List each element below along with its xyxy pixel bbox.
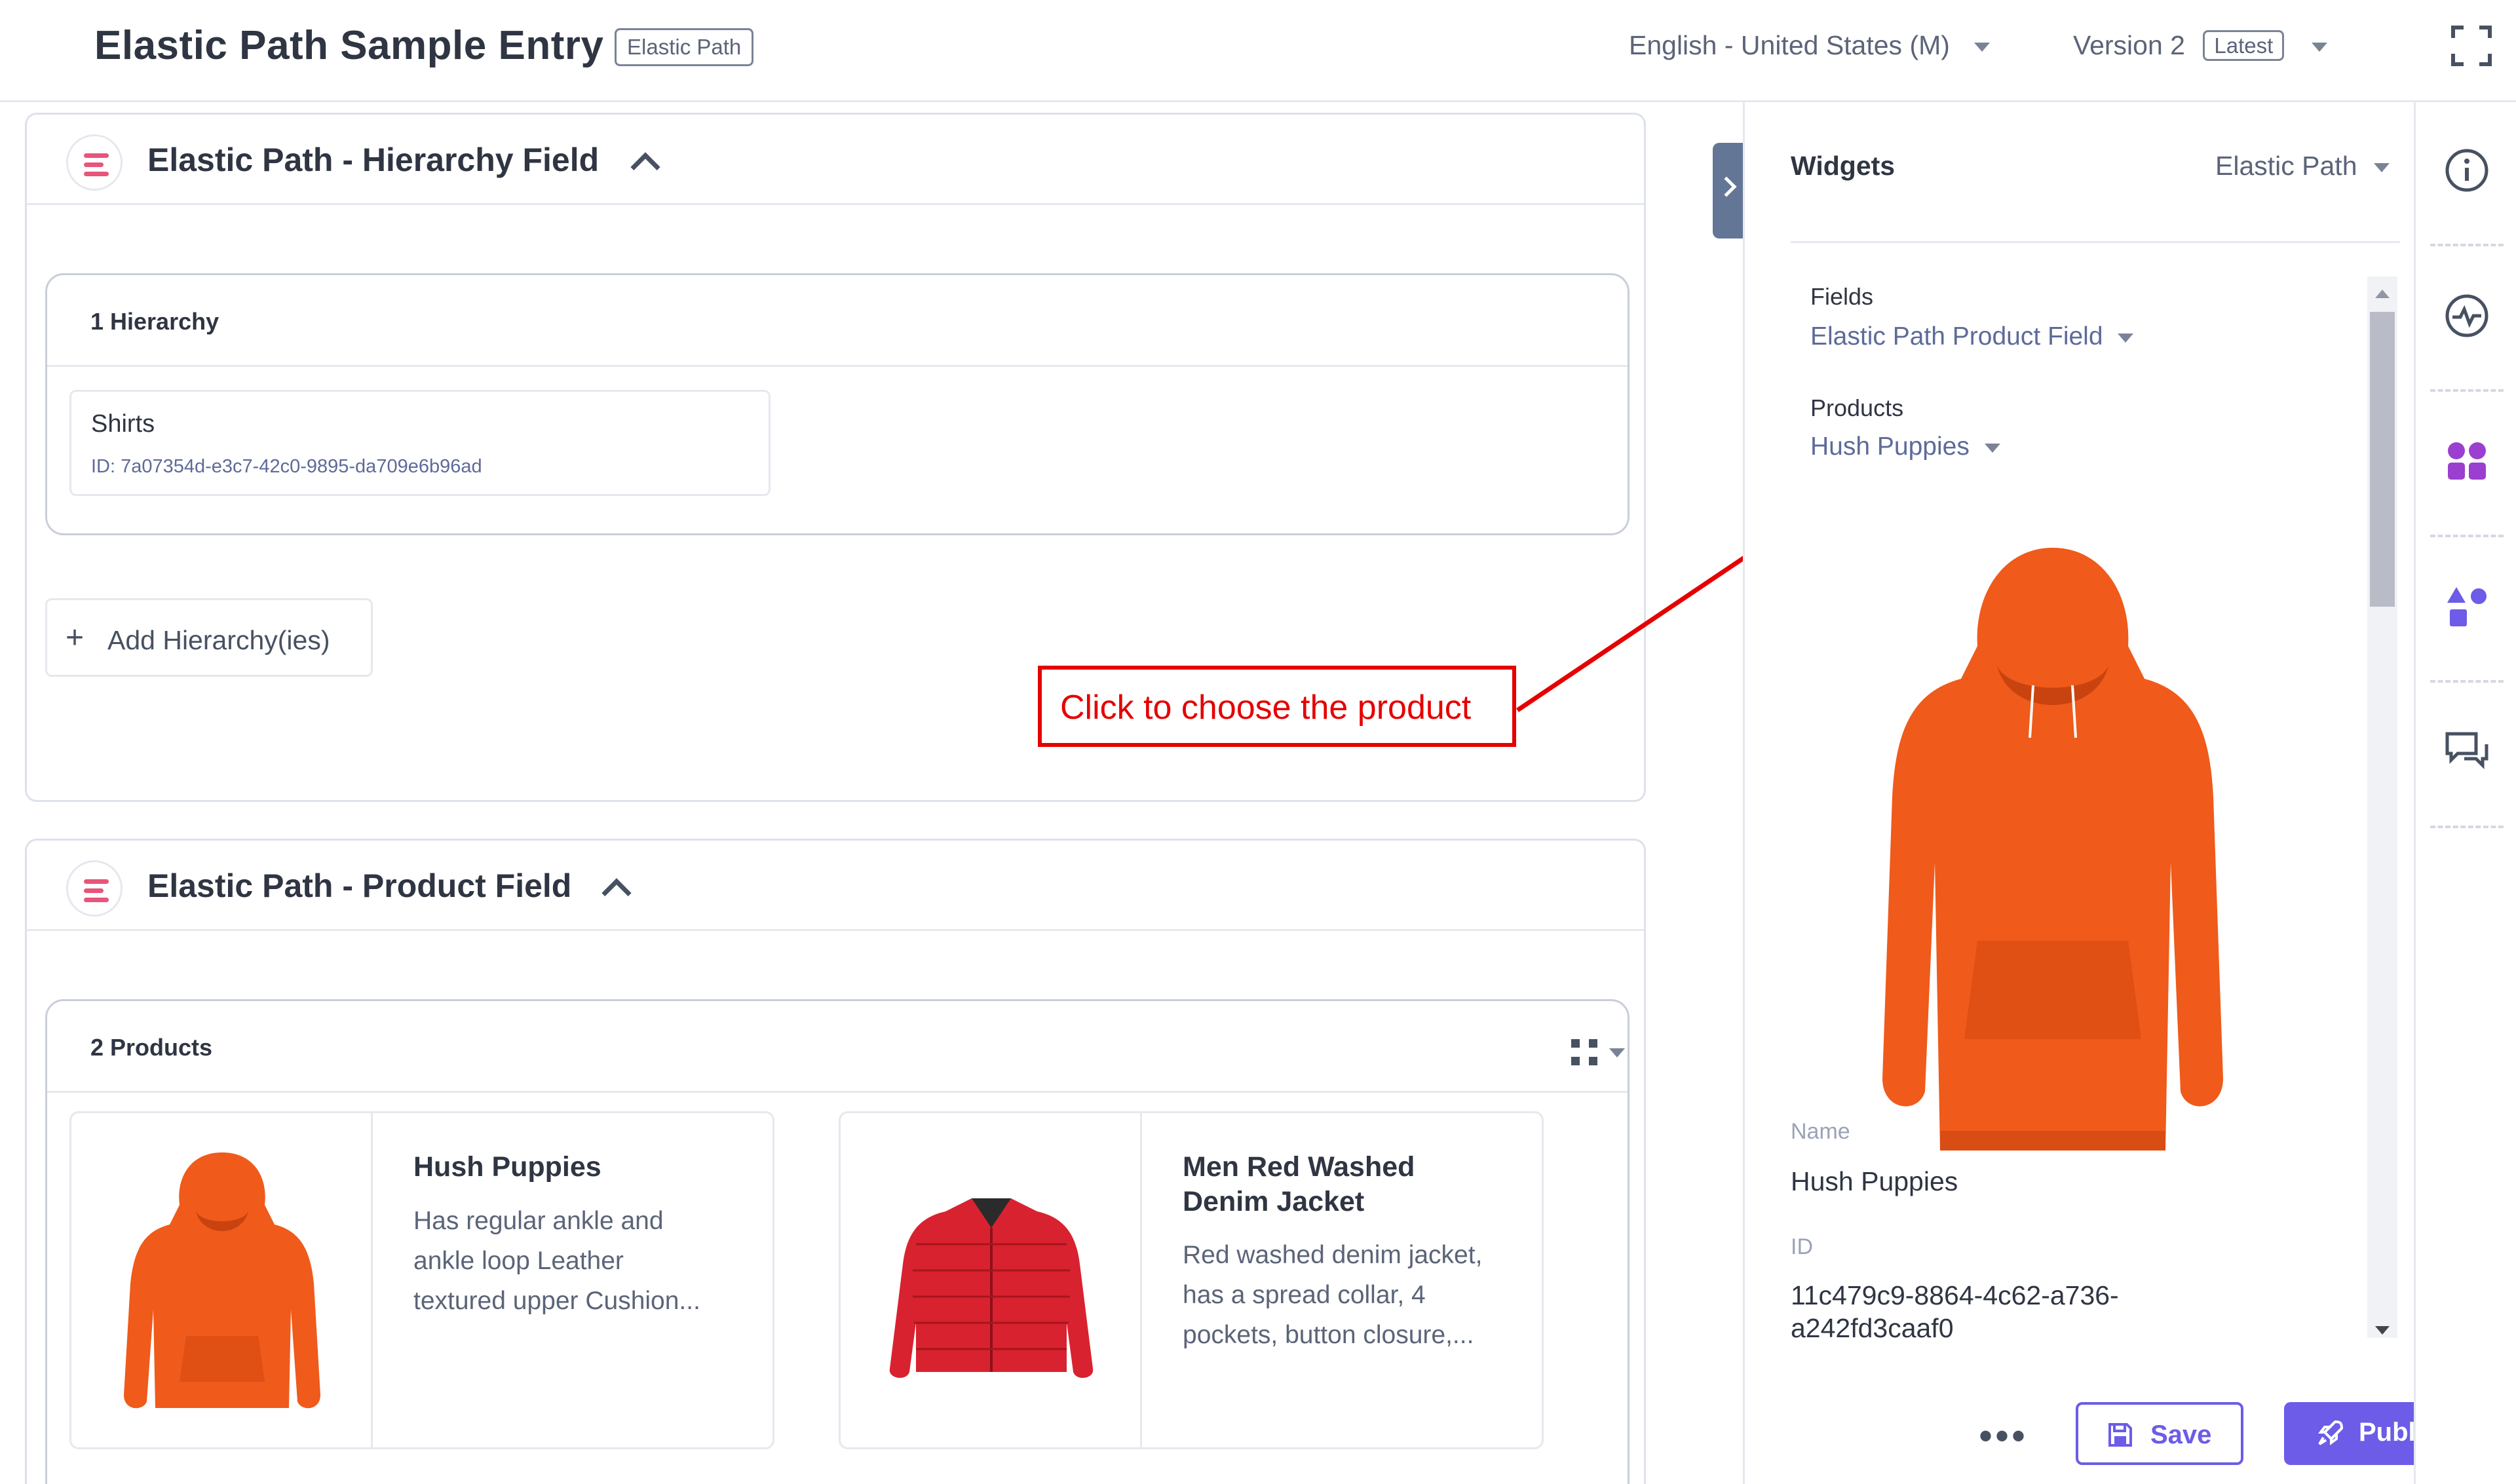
product-description-line: has a spread collar, 4	[1183, 1281, 1426, 1309]
grid-view-icon[interactable]	[1571, 1039, 1599, 1067]
fields-value: Elastic Path Product Field	[1810, 322, 2103, 351]
rail-item-info[interactable]	[2430, 107, 2504, 246]
hierarchy-list: 1 Hierarchy Shirts ID: 7a07354d-e3c7-42c…	[45, 273, 1630, 535]
extensions-icon	[2448, 442, 2486, 480]
divider	[1791, 241, 2400, 243]
top-header: Elastic Path Sample Entry Elastic Path E…	[0, 0, 2516, 102]
id-label: ID	[1791, 1234, 1813, 1259]
products-value: Hush Puppies	[1810, 432, 1970, 461]
chevron-down-icon	[2373, 163, 2390, 173]
add-hierarchy-button[interactable]: + Add Hierarchy(ies)	[45, 598, 373, 677]
product-card-hush-puppies[interactable]: Hush Puppies Has regular ankle and ankle…	[69, 1111, 774, 1449]
rail-item-comments[interactable]	[2430, 689, 2504, 828]
product-name: Hush Puppies	[413, 1151, 601, 1183]
product-field-header[interactable]: Elastic Path - Product Field	[27, 841, 1644, 931]
version-label: Version 2	[2073, 30, 2185, 60]
scroll-down-arrow-icon[interactable]	[2375, 1326, 2390, 1335]
product-list: 2 Products Hush Puppies Has regular ankl…	[45, 999, 1630, 1484]
title-tag: Elastic Path	[615, 28, 754, 66]
chevron-down-icon	[2311, 43, 2327, 52]
chevron-down-icon[interactable]	[1609, 1048, 1625, 1057]
product-field-card: Elastic Path - Product Field 2 Products …	[25, 839, 1646, 1484]
widgets-panel: Widgets Elastic Path Fields Elastic Path…	[1743, 102, 2414, 1484]
hierarchy-list-header: 1 Hierarchy	[47, 275, 1628, 367]
annotation-box: Click to choose the product	[1038, 666, 1516, 747]
version-selector[interactable]: Version 2 Latest	[2073, 30, 2327, 64]
rail-item-extensions[interactable]	[2430, 398, 2504, 537]
chevron-down-icon	[2118, 333, 2134, 343]
rail-item-activity[interactable]	[2430, 253, 2504, 392]
product-description-line: ankle loop Leather	[413, 1247, 624, 1275]
hierarchy-item-id: ID: 7a07354d-e3c7-42c0-9895-da709e6b96ad	[91, 456, 482, 477]
products-label: Products	[1810, 394, 1904, 421]
hierarchy-count: 1 Hierarchy	[90, 308, 219, 335]
selected-product-image	[1882, 548, 2223, 1151]
save-button[interactable]: Save	[2076, 1402, 2243, 1465]
version-tag: Latest	[2203, 30, 2285, 61]
panel-scrollbar-thumb[interactable]	[2370, 312, 2395, 607]
page-title: Elastic Path Sample Entry	[94, 23, 604, 68]
comments-icon	[2445, 732, 2488, 770]
product-name-line: Men Red Washed	[1183, 1151, 1415, 1183]
scroll-up-arrow-icon[interactable]	[2375, 290, 2390, 298]
rail-divider	[2430, 535, 2504, 537]
product-description-line: pockets, button closure,...	[1183, 1321, 1474, 1349]
rail-divider	[2430, 680, 2504, 683]
collapse-panel-button[interactable]	[1713, 143, 1743, 238]
info-icon	[2445, 149, 2488, 192]
right-sidebar-rail	[2414, 102, 2516, 1484]
product-field-title: Elastic Path - Product Field	[147, 867, 572, 904]
chevron-up-icon[interactable]	[601, 878, 632, 908]
rail-divider	[2430, 826, 2504, 828]
product-name-line: Denim Jacket	[1183, 1186, 1365, 1217]
product-description-line: textured upper Cushion...	[413, 1287, 700, 1315]
locale-selector[interactable]: English - United States (M)	[1629, 30, 1991, 61]
save-label: Save	[2150, 1420, 2212, 1449]
rocket-icon	[2318, 1420, 2344, 1445]
hierarchy-item[interactable]: Shirts ID: 7a07354d-e3c7-42c0-9895-da709…	[69, 390, 771, 496]
add-hierarchy-label: Add Hierarchy(ies)	[107, 625, 330, 655]
field-type-icon	[66, 860, 123, 917]
rail-item-shapes[interactable]	[2430, 544, 2504, 683]
id-value-line: a242fd3caaf0	[1791, 1313, 1954, 1343]
fields-selector[interactable]: Elastic Path Product Field	[1810, 322, 2134, 351]
plus-icon: +	[66, 620, 85, 655]
rail-divider	[2430, 244, 2504, 246]
widgets-panel-title: Widgets	[1791, 151, 1896, 181]
products-selector[interactable]: Hush Puppies	[1810, 432, 2000, 461]
shapes-icon	[2447, 587, 2487, 626]
name-value: Hush Puppies	[1791, 1166, 1958, 1196]
chevron-down-icon	[1974, 43, 1991, 52]
chevron-down-icon	[1984, 443, 2000, 453]
fullscreen-icon[interactable]	[2450, 25, 2492, 67]
id-value-line: 11c479c9-8864-4c62-a736-	[1791, 1280, 2119, 1310]
name-label: Name	[1791, 1119, 1850, 1144]
product-list-header: 2 Products	[47, 1001, 1628, 1093]
widget-source-selector[interactable]: Elastic Path	[2215, 151, 2390, 181]
product-name: Men Red Washed Denim Jacket	[1183, 1150, 1510, 1219]
product-image	[71, 1113, 373, 1447]
product-image	[841, 1113, 1142, 1447]
product-card-red-jacket[interactable]: Men Red Washed Denim Jacket Red washed d…	[839, 1111, 1544, 1449]
more-options-button[interactable]: •••	[1979, 1417, 2028, 1456]
hierarchy-field-header[interactable]: Elastic Path - Hierarchy Field	[27, 115, 1644, 205]
product-description-line: Has regular ankle and	[413, 1207, 664, 1235]
field-type-icon	[66, 134, 123, 191]
orange-hoodie-image	[124, 1152, 320, 1409]
locale-label: English - United States (M)	[1629, 30, 1950, 60]
rail-divider	[2430, 389, 2504, 392]
product-description-line: Red washed denim jacket,	[1183, 1241, 1483, 1269]
save-icon	[2108, 1423, 2132, 1447]
fields-label: Fields	[1810, 283, 1874, 310]
annotation-text: Click to choose the product	[1060, 689, 1472, 727]
red-jacket-image	[889, 1198, 1094, 1379]
widget-source-label: Elastic Path	[2215, 151, 2357, 181]
chevron-right-icon	[1716, 176, 1737, 197]
hierarchy-item-name: Shirts	[91, 410, 155, 438]
activity-icon	[2445, 294, 2488, 337]
product-count: 2 Products	[90, 1034, 213, 1061]
chevron-up-icon[interactable]	[630, 152, 660, 182]
hierarchy-field-title: Elastic Path - Hierarchy Field	[147, 142, 600, 178]
